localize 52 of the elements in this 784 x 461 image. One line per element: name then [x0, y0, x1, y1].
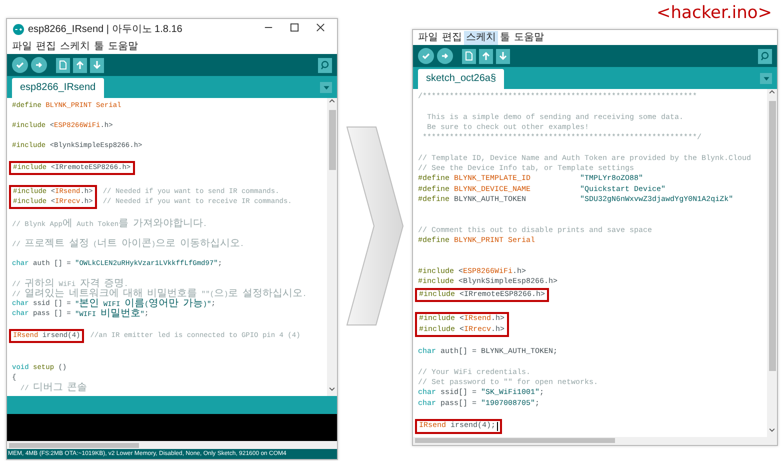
file-icon — [464, 51, 474, 61]
menu-item[interactable]: 편집 — [440, 30, 464, 44]
down-arrow-icon — [498, 51, 508, 61]
serial-monitor-button[interactable] — [318, 58, 332, 72]
down-arrow-icon — [92, 60, 102, 70]
upload-button[interactable] — [437, 48, 453, 64]
verify-button[interactable] — [418, 48, 434, 64]
maximize-icon — [290, 23, 298, 32]
app-logo-icon — [13, 24, 24, 34]
sketch-tab[interactable]: sketch_oct26a§ — [418, 69, 504, 89]
search-icon — [320, 60, 330, 70]
check-icon — [421, 51, 431, 61]
search-icon — [760, 51, 770, 61]
tab-menu-button[interactable] — [320, 82, 332, 92]
right-arrow-icon — [34, 60, 44, 70]
new-button[interactable] — [462, 48, 476, 64]
scroll-up-icon — [769, 89, 775, 95]
scroll-down-icon — [769, 426, 775, 432]
caret-icon — [322, 84, 330, 90]
up-arrow-icon — [481, 51, 491, 61]
scroll-up-icon — [329, 98, 335, 104]
right-arrow-icon — [440, 51, 450, 61]
tab-menu-button[interactable] — [760, 72, 772, 84]
caption: <hacker.ino> — [656, 3, 772, 23]
vertical-scrollbar[interactable] — [767, 89, 777, 436]
close-icon — [316, 23, 324, 32]
sketch-tab[interactable]: esp8266_IRsend — [12, 78, 104, 98]
menu-item[interactable]: 도움말 — [512, 30, 546, 44]
save-button[interactable] — [496, 48, 510, 64]
menu-item[interactable]: 스케치 — [464, 30, 498, 44]
menu-item[interactable]: 툴 — [498, 30, 512, 44]
menu-item[interactable]: 편집 — [34, 40, 58, 54]
menu-item[interactable]: 도움말 — [106, 40, 140, 54]
new-button[interactable] — [56, 58, 70, 72]
verify-button[interactable] — [12, 57, 28, 73]
open-button[interactable] — [73, 58, 87, 72]
caret-icon — [762, 74, 770, 82]
menu-item[interactable]: 툴 — [92, 40, 106, 54]
window-title: esp8266_IRsend | 아두이노 1.8.16 — [28, 23, 184, 36]
serial-monitor-button[interactable] — [758, 48, 772, 64]
open-button[interactable] — [479, 48, 493, 64]
save-button[interactable] — [90, 58, 104, 72]
vertical-scrollbar[interactable] — [327, 98, 337, 396]
menu-item[interactable]: 파일 — [416, 30, 440, 44]
horizontal-scrollbar[interactable] — [7, 441, 337, 449]
menu-item[interactable]: 스케치 — [58, 40, 92, 54]
file-icon — [58, 60, 68, 70]
menu-item[interactable]: 파일 — [10, 40, 34, 54]
up-arrow-icon — [75, 60, 85, 70]
check-icon — [15, 60, 25, 70]
scroll-down-icon — [329, 386, 335, 392]
upload-button[interactable] — [31, 57, 47, 73]
